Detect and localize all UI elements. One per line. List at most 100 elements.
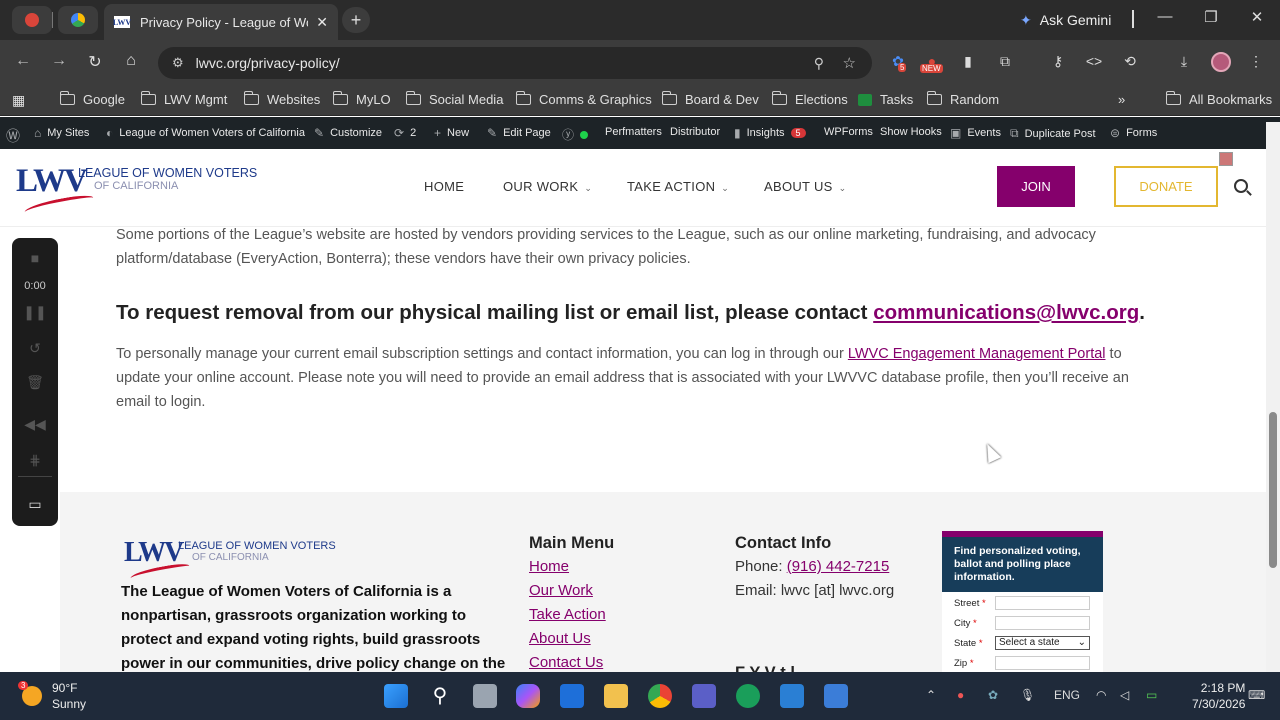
wp-new[interactable]: + New [434, 126, 469, 140]
address-bar[interactable]: ⚙ lwvc.org/privacy-policy/ ⚲ ☆ [158, 47, 872, 79]
extension-new-icon[interactable]: ● NEW [920, 53, 943, 73]
tab-privacy-policy[interactable]: LWV Privacy Policy - League of Wom ✕ [104, 4, 338, 40]
restart-icon[interactable]: ↺ [12, 340, 58, 357]
donate-button[interactable]: DONATE [1114, 166, 1218, 207]
city-input[interactable] [995, 616, 1090, 630]
tray-chevron-icon[interactable]: ⌃ [926, 688, 936, 702]
stop-icon[interactable]: ■ [12, 250, 58, 266]
communications-email-link[interactable]: communications@lwvc.org [873, 301, 1139, 324]
restore-icon[interactable]: ❐ [1196, 8, 1226, 26]
wp-duplicate-post[interactable]: ⧉ Duplicate Post [1010, 126, 1096, 141]
lwv-logo[interactable]: LWV LEAGUE OF WOMEN VOTERS OF CALIFORNIA [16, 163, 257, 217]
wp-distributor[interactable]: Distributor [670, 126, 720, 138]
wp-perfmatters[interactable]: Perfmatters [605, 126, 662, 138]
bookmark-extension-icon[interactable]: ▮ [958, 53, 978, 73]
user-avatar-icon[interactable] [1219, 152, 1233, 166]
close-window-icon[interactable]: ✕ [1242, 8, 1272, 26]
join-button[interactable]: JOIN [997, 166, 1075, 207]
bookmark-board-dev[interactable]: Board & Dev [661, 91, 759, 107]
copilot-icon[interactable] [516, 684, 540, 708]
pinned-tab-2[interactable] [58, 6, 98, 34]
bookmark-social-media[interactable]: Social Media [405, 91, 503, 107]
taskbar-clock[interactable]: 2:18 PM 7/30/2026 [1192, 680, 1245, 712]
home-icon[interactable]: ⌂ [120, 52, 142, 70]
tray-teams-icon[interactable]: ✿ [988, 688, 998, 702]
extensions-puzzle-icon[interactable]: ⧉ [995, 53, 1015, 73]
download-icon[interactable]: ⤓ [1174, 53, 1194, 73]
grid-icon[interactable]: ⋕ [12, 452, 58, 469]
history-icon[interactable]: ⟲ [1120, 53, 1140, 73]
notification-icon[interactable]: ⌨ [1248, 688, 1265, 702]
state-select[interactable]: Select a state ⌄ [995, 636, 1090, 650]
delete-icon[interactable]: 🗑 [12, 374, 58, 391]
footer-link-our-work[interactable]: Our Work [529, 582, 593, 599]
apps-grid-icon[interactable]: ▦ [12, 92, 25, 109]
bookmark-comms-graphics[interactable]: Comms & Graphics [515, 91, 652, 107]
ask-gemini-button[interactable]: ✦ Ask Gemini [1020, 8, 1111, 32]
bookmark-lwv-mgmt[interactable]: LWV Mgmt [140, 91, 227, 107]
wp-updates[interactable]: ⟳ 2 [394, 126, 416, 140]
footer-link-take-action[interactable]: Take Action [529, 606, 606, 623]
back-icon[interactable]: ← [12, 52, 34, 70]
wordpress-logo-icon[interactable]: Ⓦ [6, 126, 26, 146]
camera-icon[interactable]: ▭ [12, 496, 58, 513]
wp-events[interactable]: ▣ Events [950, 126, 1001, 140]
footer-link-contact-us[interactable]: Contact Us [529, 654, 603, 671]
camera-app-icon[interactable] [736, 684, 760, 708]
nav-our-work[interactable]: OUR WORK ⌄ [503, 179, 592, 194]
site-info-icon[interactable]: ⚙ [172, 55, 184, 71]
wifi-icon[interactable]: ◠ [1096, 688, 1106, 702]
more-bookmarks-chevron-icon[interactable]: » [1118, 92, 1125, 107]
wp-insights[interactable]: ▮ Insights 5 [734, 126, 806, 140]
bookmark-websites[interactable]: Websites [243, 91, 320, 107]
outlook-icon[interactable] [560, 684, 584, 708]
close-tab-icon[interactable]: ✕ [316, 14, 328, 31]
task-view-icon[interactable] [473, 684, 497, 708]
nav-home[interactable]: HOME [424, 179, 464, 194]
pause-icon[interactable]: ❚❚ [12, 304, 58, 321]
search-icon[interactable] [1234, 179, 1248, 193]
extension-1-icon[interactable]: ✿ 5 [888, 53, 908, 73]
wp-show-hooks[interactable]: Show Hooks [880, 126, 942, 138]
wp-edit-page[interactable]: ✎ Edit Page [487, 126, 551, 140]
volume-icon[interactable]: ◁ [1120, 688, 1129, 702]
wp-forms[interactable]: ⊜ Forms [1110, 126, 1157, 140]
snowflake-app-icon[interactable] [824, 684, 848, 708]
battery-icon[interactable]: ▭ [1146, 688, 1157, 702]
all-bookmarks[interactable]: All Bookmarks [1165, 91, 1272, 107]
new-tab-button[interactable]: + [342, 7, 370, 33]
phone-link[interactable]: (916) 442-7215 [787, 558, 890, 575]
footer-link-home[interactable]: Home [529, 558, 569, 575]
bookmark-google[interactable]: Google [59, 91, 125, 107]
rewind-icon[interactable]: ◀◀ [12, 416, 58, 433]
nav-take-action[interactable]: TAKE ACTION ⌄ [627, 179, 729, 194]
pinned-tab-1[interactable] [12, 6, 52, 34]
yoast-icon[interactable]: ⓨ [562, 126, 589, 143]
footer-link-about-us[interactable]: About Us [529, 630, 591, 647]
file-explorer-icon[interactable] [604, 684, 628, 708]
bookmark-random[interactable]: Random [926, 91, 999, 107]
password-key-icon[interactable]: ⚷ [1048, 53, 1068, 73]
notepad-icon[interactable] [780, 684, 804, 708]
page-scrollbar[interactable] [1266, 122, 1280, 672]
street-input[interactable] [995, 596, 1090, 610]
wp-customize[interactable]: ✎ Customize [314, 126, 382, 140]
language-indicator[interactable]: ENG [1054, 688, 1080, 702]
menu-dots-icon[interactable]: ⋮ [1246, 53, 1266, 73]
search-icon[interactable]: ⚲ [428, 684, 452, 708]
reload-icon[interactable]: ↻ [84, 52, 106, 72]
bookmark-elections[interactable]: Elections [771, 91, 848, 107]
profile-avatar[interactable] [1211, 52, 1231, 72]
engagement-portal-link[interactable]: LWVC Engagement Management Portal [848, 346, 1106, 362]
tray-app-icon[interactable]: ● [957, 688, 964, 702]
forward-icon[interactable]: → [48, 52, 70, 70]
wp-wpforms[interactable]: WPForms [824, 126, 873, 138]
microphone-icon[interactable]: 🎙 [1020, 688, 1035, 702]
footer-logo[interactable]: LWV LEAGUE OF WOMEN VOTERS OF CALIFORNIA [124, 537, 336, 583]
weather-widget[interactable]: 3 90°F Sunny [18, 680, 86, 712]
minimize-icon[interactable]: — [1150, 8, 1180, 25]
chrome-icon[interactable] [648, 684, 672, 708]
code-icon[interactable]: <> [1084, 53, 1104, 73]
zoom-icon[interactable]: ⚲ [814, 55, 824, 72]
zip-input[interactable] [995, 656, 1090, 670]
